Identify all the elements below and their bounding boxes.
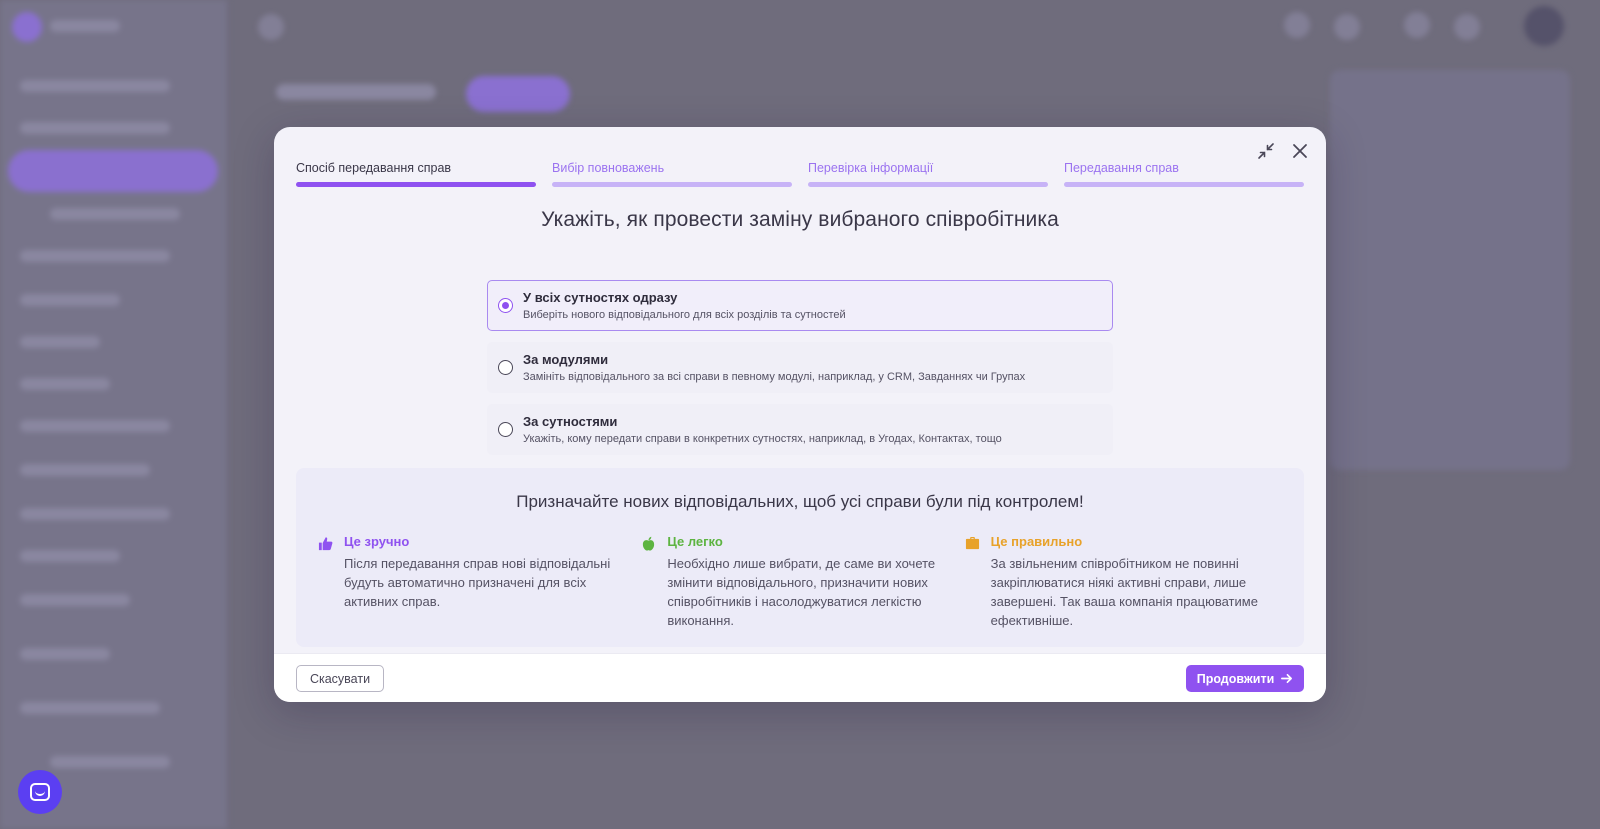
step-2: Вибір повноважень: [552, 161, 792, 187]
side-card: [1330, 70, 1570, 470]
topbar-icon: [258, 14, 284, 40]
step-3: Перевірка інформації: [808, 161, 1048, 187]
option-by-entities[interactable]: За сутностями Укажіть, кому передати спр…: [487, 404, 1113, 455]
benefit-heading: Це правильно: [990, 534, 1083, 549]
sidebar-item: [20, 550, 120, 562]
chat-icon: [30, 783, 50, 801]
step-progress-bar: [296, 182, 536, 187]
cancel-button[interactable]: Скасувати: [296, 665, 384, 692]
sidebar-item: [20, 508, 170, 520]
benefit-heading: Це легко: [667, 534, 723, 549]
radio-button[interactable]: [498, 422, 513, 437]
sidebar-item: [20, 464, 150, 476]
step-progress-bar: [552, 182, 792, 187]
close-icon: [1293, 144, 1307, 158]
sidebar: [0, 0, 228, 829]
step-label: Вибір повноважень: [552, 161, 665, 175]
topbar-icon: [1404, 12, 1430, 38]
benefits-list: Це зручно Після передавання справ нові в…: [318, 534, 1288, 630]
benefit-text: За звільненим співробітником не повинні …: [990, 556, 1258, 628]
info-title: Призначайте нових відповідальних, щоб ус…: [516, 492, 1084, 511]
benefit-text: Необхідно лише вибрати, де саме ви хочет…: [667, 556, 936, 628]
sidebar-item: [50, 208, 180, 220]
avatar: [1524, 6, 1564, 46]
briefcase-icon: [965, 534, 991, 630]
sidebar-item: [20, 594, 130, 606]
option-title: У всіх сутностях одразу: [523, 290, 678, 305]
sidebar-item: [20, 336, 100, 348]
topbar-icon: [1284, 12, 1310, 38]
transfer-method-options: У всіх сутностях одразу Виберіть нового …: [487, 280, 1113, 466]
arrow-right-icon: [1281, 673, 1293, 684]
modal-footer: Скасувати Продовжити: [274, 653, 1326, 702]
topbar-icon: [1454, 14, 1480, 40]
option-description: Виберіть нового відповідального для всіх…: [523, 309, 846, 321]
logo-text: [50, 20, 120, 32]
sidebar-item: [20, 250, 170, 262]
info-panel: Призначайте нових відповідальних, щоб ус…: [296, 468, 1304, 647]
benefit-correct: Це правильно За звільненим співробітнико…: [965, 534, 1288, 630]
sidebar-item: [20, 702, 160, 714]
sidebar-item: [20, 378, 110, 390]
step-progress-bar: [1064, 182, 1304, 187]
sidebar-item: [20, 294, 120, 306]
step-label: Перевірка інформації: [808, 161, 934, 175]
thumbs-up-icon: [318, 534, 344, 630]
collapse-button[interactable]: [1254, 139, 1278, 163]
page-tab: [466, 76, 570, 112]
page-title: [276, 84, 436, 100]
transfer-modal: Спосіб передавання справ Вибір повноваже…: [274, 127, 1326, 702]
option-all-entities[interactable]: У всіх сутностях одразу Виберіть нового …: [487, 280, 1113, 331]
radio-button-selected[interactable]: [498, 298, 513, 313]
collapse-icon: [1258, 143, 1274, 159]
option-description: Замініть відповідального за всі справи в…: [523, 371, 1026, 383]
sidebar-item-active: [8, 150, 218, 192]
topbar-icon: [1334, 14, 1360, 40]
sidebar-item: [20, 122, 170, 134]
sidebar-item: [20, 420, 170, 432]
stepper: Спосіб передавання справ Вибір повноваже…: [296, 161, 1304, 187]
option-description: Укажіть, кому передати справи в конкретн…: [523, 433, 1002, 445]
benefit-text: Після передавання справ нові відповідаль…: [344, 556, 611, 609]
step-4: Передавання справ: [1064, 161, 1304, 187]
chat-launcher-button[interactable]: [18, 770, 62, 814]
radio-button[interactable]: [498, 360, 513, 375]
modal-controls: [1254, 139, 1312, 163]
sidebar-item: [50, 756, 170, 768]
option-title: За сутностями: [523, 414, 618, 429]
continue-label: Продовжити: [1196, 671, 1275, 686]
apple-icon: [641, 534, 667, 630]
sidebar-item: [20, 80, 170, 92]
step-label: Спосіб передавання справ: [296, 161, 452, 175]
logo: [12, 12, 42, 42]
step-label: Передавання справ: [1064, 161, 1179, 175]
benefit-easy: Це легко Необхідно лише вибрати, де саме…: [641, 534, 964, 630]
topbar: [228, 0, 1600, 56]
modal-title: Укажіть, як провести заміну вибраного сп…: [541, 208, 1059, 231]
benefit-convenient: Це зручно Після передавання справ нові в…: [318, 534, 641, 630]
benefit-heading: Це зручно: [344, 534, 410, 549]
step-1: Спосіб передавання справ: [296, 161, 536, 187]
close-button[interactable]: [1288, 139, 1312, 163]
option-by-modules[interactable]: За модулями Замініть відповідального за …: [487, 342, 1113, 393]
sidebar-item: [20, 648, 110, 660]
continue-button[interactable]: Продовжити: [1186, 665, 1304, 692]
option-title: За модулями: [523, 352, 609, 367]
step-progress-bar: [808, 182, 1048, 187]
